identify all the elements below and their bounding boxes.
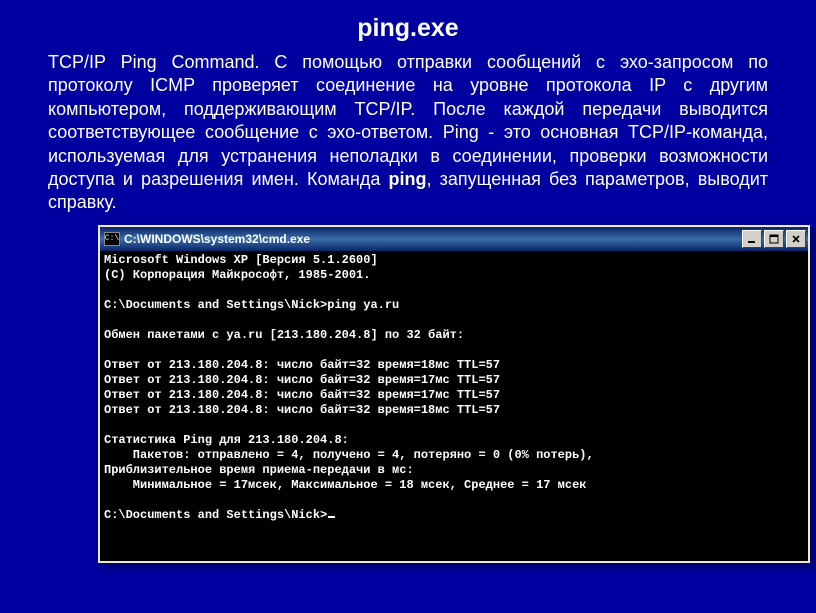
cursor	[328, 516, 335, 518]
slide-description: TCP/IP Ping Command. С помощью отправки …	[48, 51, 768, 215]
desc-bold: ping	[389, 169, 427, 189]
maximize-button[interactable]	[764, 230, 784, 248]
close-button[interactable]	[786, 230, 806, 248]
cmd-titlebar[interactable]: C:\ C:\WINDOWS\system32\cmd.exe	[100, 227, 808, 251]
cmd-title-text: C:\WINDOWS\system32\cmd.exe	[124, 232, 742, 246]
slide-title: ping.exe	[48, 14, 768, 43]
cmd-output: Microsoft Windows XP [Версия 5.1.2600] (…	[100, 251, 808, 561]
close-icon	[791, 234, 801, 244]
cmd-window: C:\ C:\WINDOWS\system32\cmd.exe Microsof…	[98, 225, 810, 563]
maximize-icon	[769, 234, 779, 244]
cmd-icon: C:\	[104, 232, 120, 246]
minimize-icon	[747, 234, 757, 244]
minimize-button[interactable]	[742, 230, 762, 248]
window-controls	[742, 230, 806, 248]
